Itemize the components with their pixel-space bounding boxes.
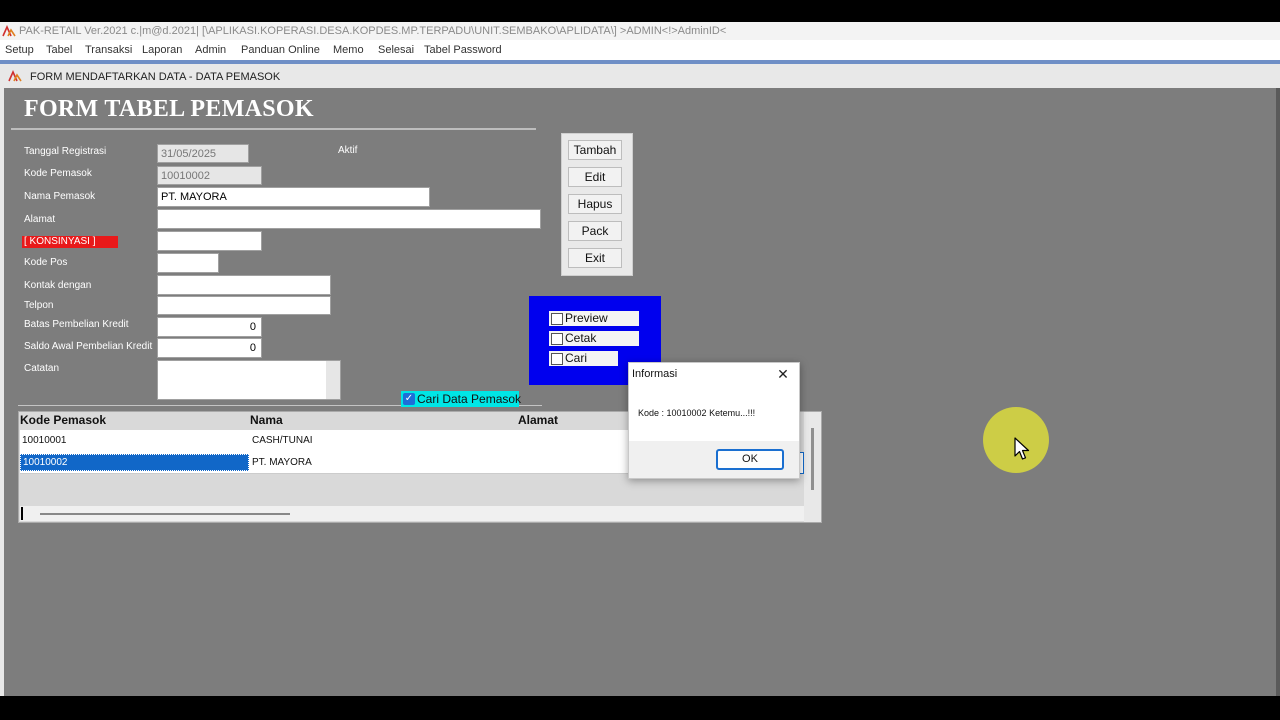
- batas-kredit-field[interactable]: 0: [157, 317, 262, 337]
- menu-memo[interactable]: Memo: [333, 40, 364, 60]
- cetak-label: Cetak: [565, 331, 597, 345]
- kontak-dengan-field[interactable]: [157, 275, 331, 295]
- screen: PAK-RETAIL Ver.2021 c.|m@d.2021| [\APLIK…: [0, 0, 1280, 720]
- window-title-bar: PAK-RETAIL Ver.2021 c.|m@d.2021| [\APLIK…: [0, 22, 1280, 40]
- label-alamat: Alamat: [24, 214, 56, 225]
- row-1-kode[interactable]: 10010001: [22, 430, 67, 452]
- label-tanggal-registrasi: Tanggal Registrasi: [24, 146, 107, 157]
- catatan-scrollbar[interactable]: [326, 361, 340, 399]
- column-header-kode[interactable]: Kode Pemasok: [20, 413, 106, 427]
- cetak-checkbox[interactable]: Cetak: [549, 331, 639, 346]
- preview-label: Preview: [565, 311, 608, 325]
- form-icon: [8, 70, 22, 82]
- label-saldo-awal: Saldo Awal Pembelian Kredit: [24, 341, 153, 352]
- menu-tabel-password[interactable]: Tabel Password: [424, 40, 502, 60]
- kode-pos-field[interactable]: [157, 253, 219, 273]
- saldo-awal-field[interactable]: 0: [157, 338, 262, 358]
- heading-divider: [11, 128, 536, 130]
- catatan-field[interactable]: [157, 360, 341, 400]
- row-1-nama[interactable]: CASH/TUNAI: [252, 430, 313, 452]
- cari-label: Cari: [565, 351, 588, 365]
- menu-panduan-online[interactable]: Panduan Online: [241, 40, 320, 60]
- cari-data-pemasok-label: Cari Data Pemasok: [417, 392, 522, 406]
- menu-bar: Setup Tabel Transaksi Laporan Admin Pand…: [0, 40, 1280, 60]
- window-title: PAK-RETAIL Ver.2021 c.|m@d.2021| [\APLIK…: [19, 25, 727, 37]
- row-2-kode[interactable]: 10010002: [20, 454, 249, 471]
- cari-data-pemasok-checkbox[interactable]: ✓ Cari Data Pemasok: [401, 391, 522, 407]
- telpon-field[interactable]: [157, 296, 331, 315]
- grid-horizontal-scroll-thumb[interactable]: [40, 513, 290, 515]
- pack-button[interactable]: Pack: [568, 221, 622, 241]
- status-aktif: Aktif: [338, 145, 358, 156]
- hapus-button[interactable]: Hapus: [568, 194, 622, 214]
- label-nama-pemasok: Nama Pemasok: [24, 191, 96, 202]
- exit-button-label: Exit: [584, 251, 605, 265]
- konsinyasi-field[interactable]: [157, 231, 262, 251]
- column-header-nama[interactable]: Nama: [250, 413, 283, 427]
- tambah-button-label: Tambah: [573, 143, 617, 157]
- checkmark-icon: ✓: [403, 393, 415, 405]
- menu-tabel[interactable]: Tabel: [46, 40, 72, 60]
- pack-button-label: Pack: [581, 224, 609, 238]
- form-heading: FORM TABEL PEMASOK: [24, 96, 314, 122]
- form-caption-bar: FORM MENDAFTARKAN DATA - DATA PEMASOK: [0, 64, 1280, 88]
- label-telpon: Telpon: [24, 300, 54, 311]
- cari-checkbox[interactable]: Cari: [549, 351, 618, 366]
- label-catatan: Catatan: [24, 363, 60, 374]
- label-konsinyasi: [ KONSINYASI ]: [22, 236, 118, 248]
- label-kode-pemasok: Kode Pemasok: [24, 168, 92, 179]
- table-row[interactable]: [20, 430, 630, 452]
- nama-pemasok-field[interactable]: PT. MAYORA: [157, 187, 430, 207]
- ok-button[interactable]: OK: [716, 449, 784, 470]
- label-kontak-dengan: Kontak dengan: [24, 280, 92, 291]
- dialog-title: Informasi: [632, 368, 678, 380]
- row-2-nama[interactable]: PT. MAYORA: [252, 452, 312, 474]
- edit-button[interactable]: Edit: [568, 167, 622, 187]
- label-batas-kredit: Batas Pembelian Kredit: [24, 319, 129, 330]
- menu-transaksi[interactable]: Transaksi: [85, 40, 132, 60]
- tanggal-registrasi-field[interactable]: 31/05/2025: [157, 144, 249, 163]
- app-icon: [2, 25, 16, 37]
- dialog-message: Kode : 10010002 Ketemu...!!!: [638, 408, 756, 418]
- column-header-alamat[interactable]: Alamat: [518, 413, 558, 427]
- grid-vertical-scroll-thumb[interactable]: [811, 428, 814, 490]
- mouse-cursor-icon: [1014, 437, 1030, 460]
- menu-laporan[interactable]: Laporan: [142, 40, 182, 60]
- label-kode-pos: Kode Pos: [24, 257, 68, 268]
- bottom-bar: [0, 696, 1280, 720]
- left-border: [0, 88, 4, 696]
- menu-admin[interactable]: Admin: [195, 40, 226, 60]
- edit-button-label: Edit: [584, 170, 606, 184]
- preview-checkbox[interactable]: Preview: [549, 311, 639, 326]
- alamat-field[interactable]: [157, 209, 541, 229]
- right-border: [1276, 88, 1280, 696]
- form-caption: FORM MENDAFTARKAN DATA - DATA PEMASOK: [30, 71, 281, 83]
- menu-selesai[interactable]: Selesai: [378, 40, 414, 60]
- hapus-button-label: Hapus: [577, 197, 613, 211]
- grid-edit-caret: [21, 507, 23, 520]
- exit-button[interactable]: Exit: [568, 248, 622, 268]
- close-icon[interactable]: ✕: [775, 366, 791, 382]
- tambah-button[interactable]: Tambah: [568, 140, 622, 160]
- menu-setup[interactable]: Setup: [5, 40, 34, 60]
- kode-pemasok-field[interactable]: 10010002: [157, 166, 262, 185]
